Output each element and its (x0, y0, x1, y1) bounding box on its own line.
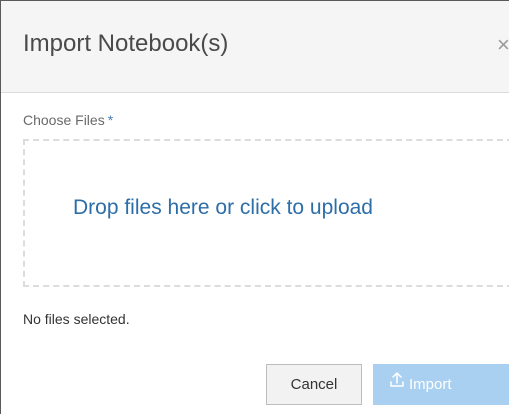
import-button-label: Import (409, 376, 452, 393)
page: Import Notebook(s) × Choose Files * Drop … (0, 0, 509, 414)
choose-files-label-text: Choose Files (23, 112, 105, 128)
dialog-title: Import Notebook(s) (23, 30, 229, 57)
dialog-header: Import Notebook(s) × (1, 1, 509, 93)
import-button[interactable]: Import (373, 364, 509, 405)
choose-files-label: Choose Files * (23, 111, 113, 129)
upload-icon (390, 364, 404, 403)
import-notebook-dialog: Import Notebook(s) × Choose Files * Drop … (0, 0, 509, 414)
dropzone-text: Drop files here or click to upload (73, 196, 373, 219)
close-icon[interactable]: × (497, 33, 509, 57)
required-marker: * (107, 112, 114, 128)
file-status-text: No files selected. (23, 311, 130, 327)
file-dropzone[interactable]: Drop files here or click to upload (23, 139, 509, 287)
cancel-button[interactable]: Cancel (266, 364, 362, 405)
